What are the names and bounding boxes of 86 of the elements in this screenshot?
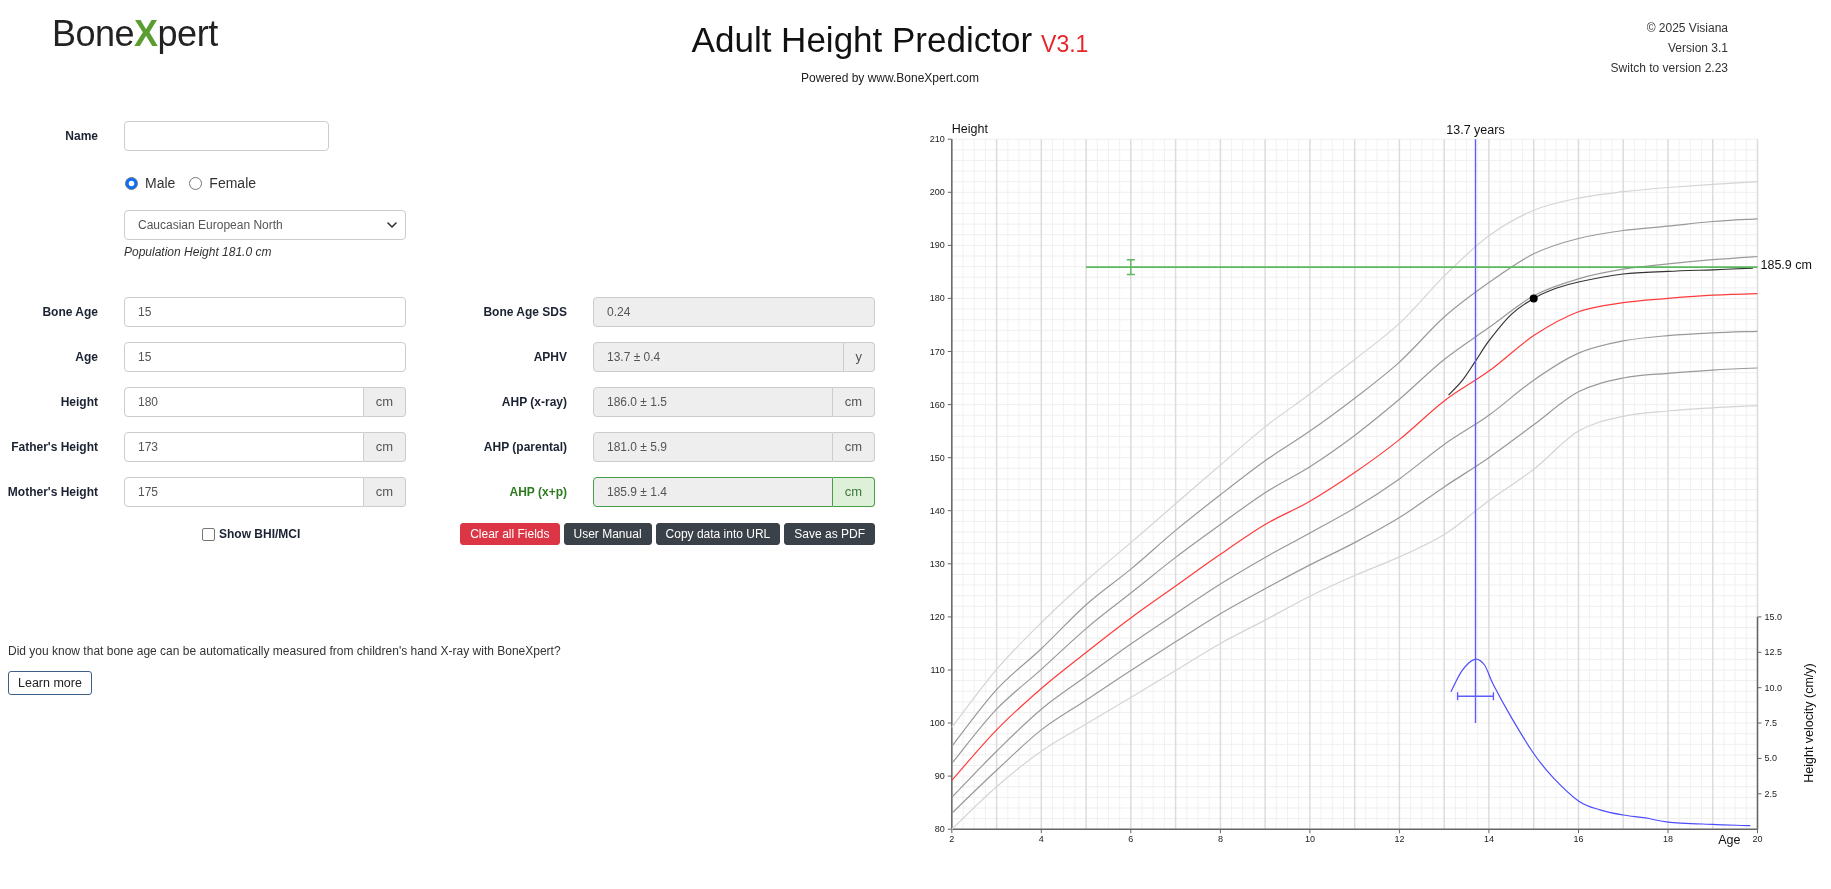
field-label: Name xyxy=(65,129,98,143)
axis-tick-label: 140 xyxy=(929,505,945,516)
text-input[interactable]: 180 xyxy=(124,387,364,417)
axis-tick-label: 120 xyxy=(929,611,945,622)
field-label: Mother's Height xyxy=(7,485,98,499)
text-input[interactable]: 15 xyxy=(124,342,406,372)
axis-tick-label: 100 xyxy=(929,718,945,728)
field-label: Father's Height xyxy=(11,440,98,454)
field-label: Bone Age SDS xyxy=(483,305,567,319)
action-button[interactable]: User Manual xyxy=(563,523,652,545)
radio-button[interactable] xyxy=(125,176,138,190)
result-field[interactable]: 185.9 ± 1.4 xyxy=(593,477,833,507)
line-label: 13.7 years xyxy=(1446,123,1505,138)
unit-label: cm xyxy=(832,477,875,507)
axis-tick-label: 10 xyxy=(1304,834,1315,845)
radio-label: Male xyxy=(145,173,176,193)
unit-label: cm xyxy=(832,432,875,462)
axis-tick-label: 160 xyxy=(929,399,945,410)
axis-tick-label: 170 xyxy=(929,346,945,357)
radio-label: Female xyxy=(209,173,257,193)
field-label: Age xyxy=(75,350,98,364)
axis-tick-label: 7.5 xyxy=(1764,718,1777,728)
axis-tick-label: 16 xyxy=(1573,834,1584,845)
result-field[interactable]: 181.0 ± 5.9 xyxy=(593,432,833,462)
axis-tick-label: 150 xyxy=(929,452,945,463)
field-label: Height xyxy=(60,395,98,409)
version-text: Version 3.1 xyxy=(1667,41,1728,55)
unit-label: cm xyxy=(363,477,406,507)
axis-tick-label: 210 xyxy=(929,134,945,145)
unit-label: cm xyxy=(363,387,406,417)
axis-tick-label: 110 xyxy=(930,665,945,675)
axis-title: Age xyxy=(1718,833,1741,848)
promo-text: Did you know that bone age can be automatically measured from children's hand X-ray with BoneXpert? xyxy=(8,644,561,658)
axis-tick-label: 80 xyxy=(934,824,945,835)
unit-label: cm xyxy=(832,387,875,417)
axis-tick-label: 4 xyxy=(1038,834,1044,845)
axis-title: Height velocity (cm/y) xyxy=(1801,663,1816,783)
axis-tick-label: 12 xyxy=(1394,834,1405,845)
action-button[interactable]: Clear all Fields xyxy=(460,523,560,545)
unit-label: cm xyxy=(363,432,406,462)
text-input[interactable]: 173 xyxy=(124,432,364,462)
field-label: AHP (parental) xyxy=(483,440,567,454)
result-field[interactable]: 0.24 xyxy=(593,297,875,327)
axis-tick-label: 2.5 xyxy=(1764,788,1777,799)
line-label: 185.9 cm xyxy=(1760,258,1812,273)
axis-tick-label: 200 xyxy=(929,187,945,198)
axis-tick-label: 190 xyxy=(929,240,945,251)
field-label: APHV xyxy=(533,350,567,364)
field-label: Bone Age xyxy=(42,305,98,319)
logo: BoneXpert xyxy=(52,12,218,56)
axis-tick-label: 180 xyxy=(929,293,945,304)
field-label: AHP (x-ray) xyxy=(501,395,567,409)
axis-tick-label: 8 xyxy=(1217,834,1223,845)
unit-label: y xyxy=(843,342,875,372)
action-button[interactable]: Save as PDF xyxy=(784,523,875,545)
population-note: Population Height 181.0 cm xyxy=(124,245,272,259)
page-title: Adult Height Predictor xyxy=(691,20,1033,59)
axis-title: Height xyxy=(951,122,988,137)
checkbox-label: Show BHI/MCI xyxy=(219,526,301,543)
checkbox[interactable] xyxy=(202,527,215,541)
text-input[interactable]: 15 xyxy=(124,297,406,327)
axis-tick-label: 2 xyxy=(949,834,955,845)
chevron-down-icon[interactable] xyxy=(387,222,397,228)
result-field[interactable]: 186.0 ± 1.5 xyxy=(593,387,833,417)
text-input[interactable]: 175 xyxy=(124,477,364,507)
axis-tick-label: 20 xyxy=(1752,834,1763,845)
axis-tick-label: 90 xyxy=(934,771,945,782)
radio-button[interactable] xyxy=(189,176,203,190)
copyright-text: © 2025 Visiana xyxy=(1646,21,1728,35)
axis-tick-label: 10.0 xyxy=(1764,682,1783,693)
field-label: AHP (x+p) xyxy=(509,485,567,499)
axis-tick-label: 6 xyxy=(1128,834,1134,845)
name-input[interactable] xyxy=(124,121,329,151)
axis-tick-label: 12.5 xyxy=(1764,647,1783,658)
learn-more-button[interactable]: Learn more xyxy=(8,671,92,695)
axis-tick-label: 18 xyxy=(1663,834,1673,845)
population-select[interactable]: Caucasian European North xyxy=(124,210,406,240)
version-label: V3.1 xyxy=(1041,31,1089,57)
result-field[interactable]: 13.7 ± 0.4 xyxy=(593,342,844,372)
version-switch-link[interactable]: Switch to version 2.23 xyxy=(1610,61,1728,75)
axis-tick-label: 14 xyxy=(1483,834,1494,845)
powered-by-text: Powered by www.BoneXpert.com xyxy=(800,71,980,85)
axis-tick-label: 5.0 xyxy=(1764,753,1777,764)
axis-tick-label: 15.0 xyxy=(1764,611,1783,622)
axis-tick-label: 130 xyxy=(929,558,945,569)
action-button[interactable]: Copy data into URL xyxy=(655,523,781,545)
